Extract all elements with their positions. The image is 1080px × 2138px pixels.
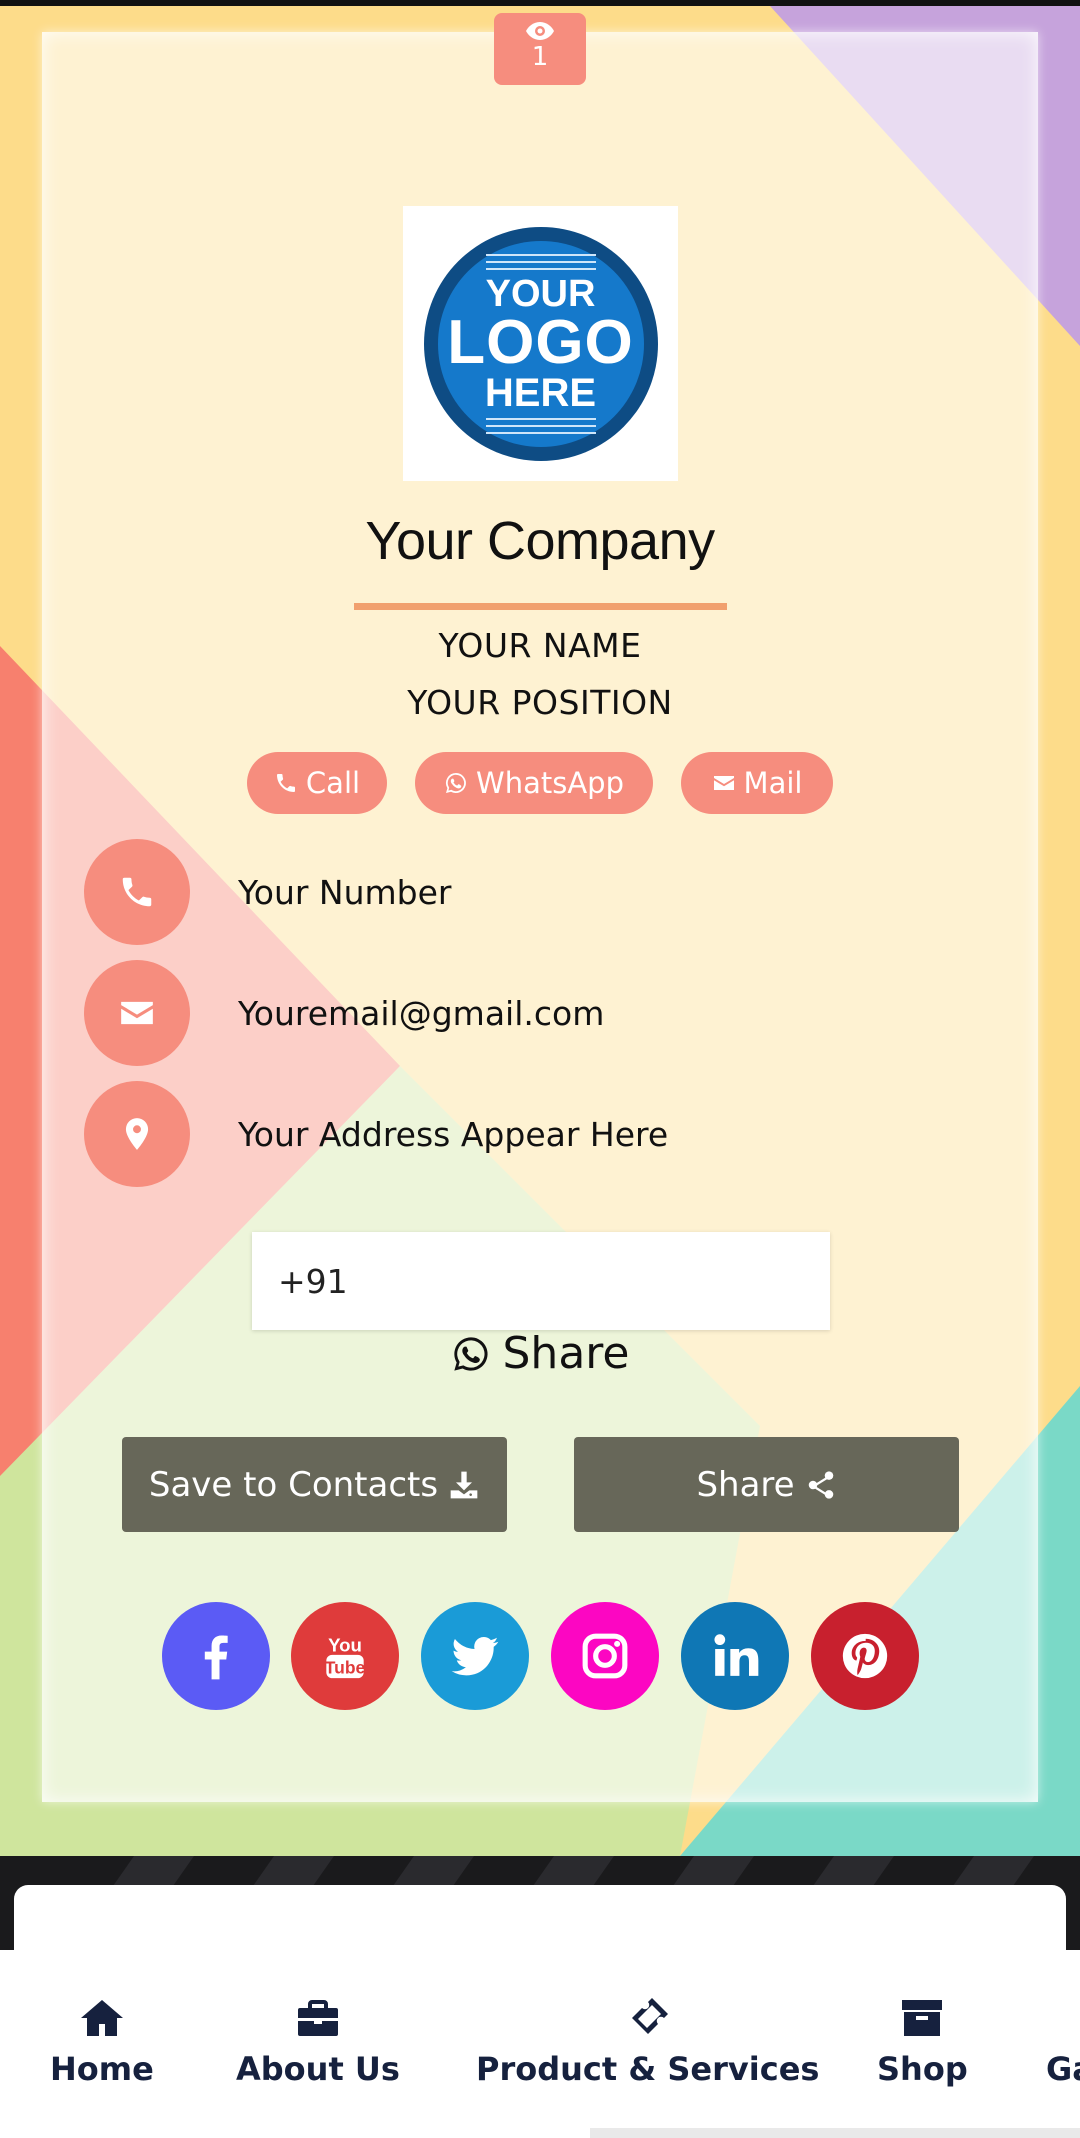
bottom-navigation: Home About Us Product & Services Shop Ga [0, 1950, 1080, 2138]
share-label: Share [696, 1464, 795, 1505]
contact-email-text: Youremail@gmail.com [238, 993, 605, 1033]
whatsapp-button[interactable]: WhatsApp [415, 752, 653, 814]
address-circle [84, 1081, 190, 1187]
linkedin-button[interactable] [681, 1602, 789, 1710]
nav-gallery-label: Ga [1046, 2050, 1080, 2088]
youtube-icon: You Tube [325, 1634, 366, 1679]
twitter-button[interactable] [421, 1602, 529, 1710]
whatsapp-share-label: Share [502, 1328, 630, 1379]
pinterest-icon [842, 1633, 888, 1679]
call-label: Call [305, 766, 361, 800]
whatsapp-number-input[interactable] [252, 1232, 830, 1330]
mail-label: Mail [743, 766, 803, 800]
ticket-icon [631, 1998, 668, 2034]
nav-home[interactable]: Home [50, 1994, 154, 2088]
whatsapp-icon [446, 773, 466, 793]
nav-products-label: Product & Services [476, 2050, 820, 2088]
home-icon [80, 2000, 123, 2036]
whatsapp-icon [453, 1336, 488, 1371]
svg-text:You: You [328, 1634, 362, 1655]
view-count: 1 [531, 42, 549, 72]
call-button[interactable]: Call [247, 752, 387, 814]
envelope-icon [121, 1001, 153, 1025]
logo-text-line3: HERE [484, 370, 597, 415]
logo-text-line2: LOGO [447, 307, 634, 377]
view-counter: 1 [494, 13, 586, 85]
download-icon [450, 1471, 478, 1498]
share-button[interactable]: Share [574, 1437, 959, 1532]
briefcase-icon [297, 2000, 338, 2036]
scroll-indicator [590, 2128, 1080, 2138]
envelope-icon [713, 776, 734, 790]
share-icon [808, 1470, 833, 1499]
mail-button[interactable]: Mail [681, 752, 833, 814]
contact-address-row[interactable]: Your Address Appear Here [84, 1080, 668, 1188]
save-contacts-label: Save to Contacts [148, 1464, 439, 1505]
eye-icon [526, 22, 554, 40]
youtube-button[interactable]: You Tube [291, 1602, 399, 1710]
twitter-icon [451, 1636, 499, 1676]
archive-box-icon [902, 2000, 943, 2036]
title-divider [354, 603, 727, 610]
whatsapp-label: WhatsApp [476, 766, 624, 800]
company-name: Your Company [365, 511, 715, 571]
map-marker-icon [125, 1118, 149, 1150]
nav-about-us[interactable]: About Us [236, 1994, 400, 2088]
nav-shop[interactable]: Shop [877, 1994, 968, 2088]
instagram-icon [582, 1633, 628, 1679]
person-name: YOUR NAME [438, 626, 642, 665]
phone-icon [122, 877, 152, 907]
nav-about-label: About Us [236, 2050, 400, 2088]
contact-phone-row[interactable]: Your Number [84, 838, 452, 946]
phone-circle [84, 839, 190, 945]
nav-gallery-partial[interactable]: Ga [1046, 1994, 1080, 2088]
email-circle [84, 960, 190, 1066]
nav-shop-label: Shop [877, 2050, 968, 2088]
whatsapp-share-button[interactable]: Share [0, 1328, 1080, 1379]
phone-icon [276, 774, 295, 792]
pinterest-button[interactable] [811, 1602, 919, 1710]
instagram-button[interactable] [551, 1602, 659, 1710]
contact-phone-text: Your Number [238, 872, 452, 912]
contact-address-text: Your Address Appear Here [238, 1114, 669, 1154]
facebook-icon [204, 1635, 228, 1680]
linkedin-icon [714, 1634, 759, 1676]
facebook-button[interactable] [162, 1602, 270, 1710]
person-position: YOUR POSITION [407, 683, 673, 722]
nav-products-services[interactable]: Product & Services [476, 1994, 819, 2088]
gallery-icon [1076, 1994, 1080, 2042]
company-logo: YOUR LOGO HERE [403, 206, 678, 481]
nav-home-label: Home [50, 2050, 154, 2088]
save-contacts-button[interactable]: Save to Contacts [122, 1437, 507, 1532]
contact-email-row[interactable]: Youremail@gmail.com [84, 959, 604, 1067]
svg-text:Tube: Tube [325, 1658, 366, 1678]
